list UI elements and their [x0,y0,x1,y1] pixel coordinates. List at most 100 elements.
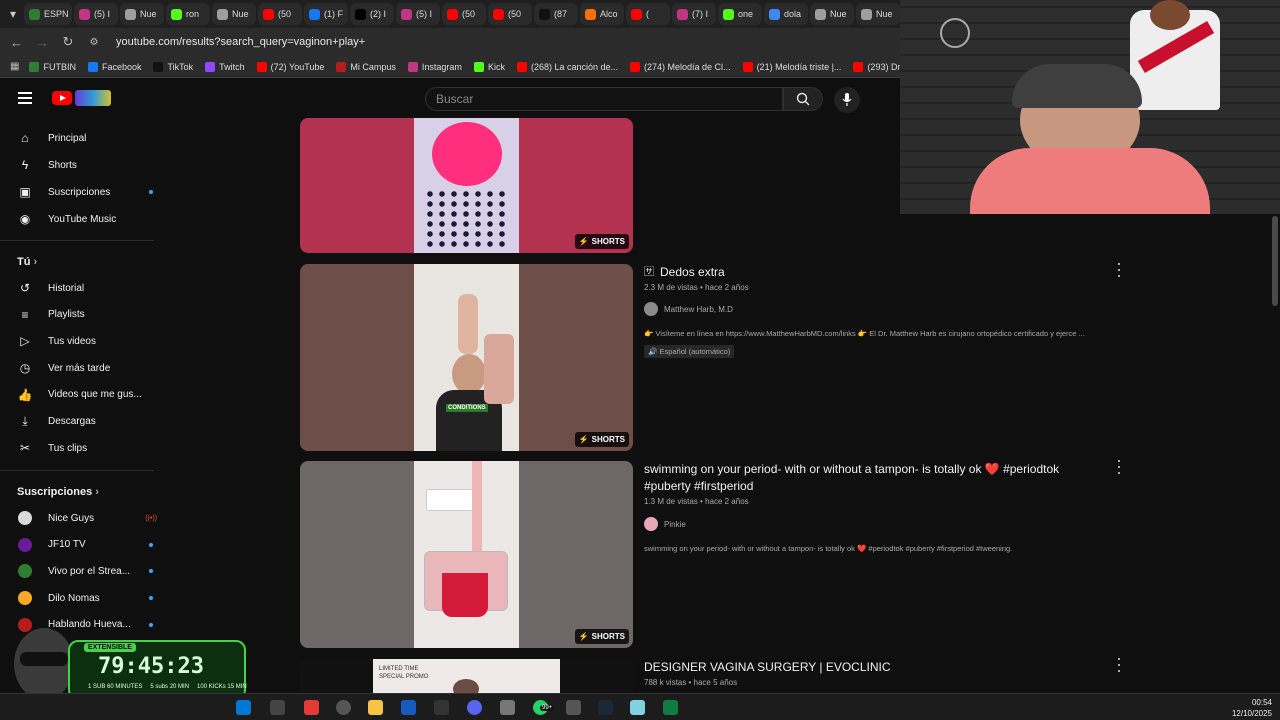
sidebar-item[interactable]: Vivo por el Strea... [18,561,153,581]
video-title[interactable]: 🈂 Dedos extra [644,264,1104,281]
browser-tab[interactable]: Nue [810,3,854,25]
new-content-dot [149,569,153,574]
browser-tab[interactable]: Nue [212,3,256,25]
bookmark-item[interactable]: (21) Melodía triste |... [742,61,841,72]
browser-tab[interactable]: ( [626,3,670,25]
sidebar-item[interactable]: Dilo Nomas [18,588,153,608]
more-actions-icon[interactable] [1116,658,1122,672]
bookmark-item[interactable]: Mi Campus [336,61,396,72]
browser-tab[interactable]: Alco [580,3,624,25]
sidebar-item[interactable]: ✂ Tus clips [18,438,153,458]
tab-search-icon[interactable]: ▾ [4,4,22,24]
system-clock: 00:54 12/10/2025 [1231,698,1272,718]
browser-tab[interactable]: (5) I [396,3,440,25]
result-thumbnail[interactable]: ⚡ SHORTS [300,118,633,253]
bookmark-item[interactable]: (268) La canción de... [516,61,618,72]
browser-tab[interactable]: (5) I [74,3,118,25]
bookmark-item[interactable]: TikTok [153,61,193,72]
browser-tab[interactable]: dola [764,3,808,25]
youtube-logo[interactable] [52,91,72,105]
sidebar-you-heading[interactable]: Tú › [17,256,37,268]
bookmark-item[interactable]: Facebook [87,61,141,72]
video-description: 👉 Visíteme en línea en https://www.Matth… [644,329,1085,338]
channel-link[interactable]: Matthew Harb, M.D [644,302,733,316]
search-input[interactable]: Buscar [425,87,783,111]
search-button[interactable] [783,87,823,111]
result-thumbnail[interactable]: LIMITED TIME SPECIAL PROMO [300,659,633,693]
url-field[interactable]: youtube.com/results?search_query=vaginon… [116,36,365,48]
video-title[interactable]: DESIGNER VAGINA SURGERY | EVOCLINIC [644,659,1104,676]
bookmark-item[interactable]: FUTBIN [29,61,76,72]
sidebar-item[interactable]: ◷ Ver más tarde [18,358,153,378]
browser-tab[interactable]: (87 [534,3,578,25]
channel-avatar [644,517,658,531]
app-icon[interactable] [500,700,515,715]
sidebar-item[interactable]: ≡ Playlists [18,305,153,325]
bookmark-item[interactable]: (293) Dragon Ball E... [853,61,900,72]
timer-value: 79:45:23 [98,654,204,679]
browser-tab[interactable]: ron [166,3,210,25]
browser-tab[interactable]: (50 [442,3,486,25]
sidebar-item[interactable]: ϟ Shorts [18,155,153,175]
bookmark-item[interactable]: Twitch [205,61,245,72]
word-icon[interactable] [401,700,416,715]
chrome-icon[interactable] [336,700,351,715]
app-icon[interactable] [434,700,449,715]
sidebar-item[interactable]: Nice Guys ((•)) [18,508,157,528]
sidebar-item[interactable]: ⌂ Principal [18,128,153,148]
voice-search-button[interactable] [834,87,860,113]
browser-tab[interactable]: Nue [856,3,900,25]
video-title[interactable]: swimming on your period- with or without… [644,461,1104,495]
browser-tab[interactable]: (50 [258,3,302,25]
browser-tab[interactable]: ESPN [24,3,72,25]
apps-grid-icon[interactable]: ▦ [10,61,19,72]
page-scrollbar[interactable] [1272,216,1278,306]
browser-tab[interactable]: (7) I [672,3,716,25]
bookmark-item[interactable]: Kick [473,61,505,72]
whatsapp-icon[interactable]: 99+ [533,700,555,715]
tab-label: (5) I [416,9,433,19]
browser-tab[interactable]: one [718,3,762,25]
sidebar-item[interactable]: 👍 Videos que me gus... [18,385,153,405]
sidebar-item[interactable]: JF10 TV [18,535,153,555]
sidebar-subscriptions-heading[interactable]: Suscripciones › [17,486,99,498]
file-explorer-icon[interactable] [368,700,383,715]
steam-icon[interactable] [598,700,613,715]
more-actions-icon[interactable] [1116,263,1122,277]
channel-link[interactable]: Pinkie [644,517,686,531]
sidebar-item[interactable]: ◉ YouTube Music [18,209,153,229]
sidebar-item[interactable]: ▷ Tus videos [18,331,153,351]
tab-favicon-icon [677,8,688,20]
browser-tab[interactable]: (1) F [304,3,348,25]
sidebar-item[interactable]: ⤓ Descargas [18,412,153,432]
video-description: swimming on your period- with or without… [644,544,1013,553]
result-thumbnail[interactable]: CONDITIONS ⚡ SHORTS [300,264,633,451]
outlook-icon[interactable] [236,700,251,715]
youtube-music-icon: ◉ [19,212,31,226]
browser-tab[interactable]: (50 [488,3,532,25]
bookmark-label: Twitch [219,61,245,72]
sidebar-item[interactable]: ▣ Suscripciones [18,182,153,202]
result-thumbnail[interactable]: ⚡ SHORTS [300,461,633,648]
video-meta: 2.3 M de vistas • hace 2 años [644,283,749,292]
forward-icon[interactable]: → [36,35,49,50]
reload-icon[interactable]: ↻ [62,34,74,50]
site-info-icon[interactable]: ⚙ [88,37,100,48]
bookmark-item[interactable]: Instagram [407,61,462,72]
discord-icon[interactable] [467,700,482,715]
app-icon[interactable] [304,700,319,715]
bookmark-item[interactable]: (274) Melodía de Cl... [630,61,731,72]
more-actions-icon[interactable] [1116,460,1122,474]
app-icon[interactable] [270,700,285,715]
back-icon[interactable]: ← [10,35,23,50]
bookmark-item[interactable]: (72) YouTube [256,61,324,72]
app-icon[interactable] [630,700,645,715]
excel-icon[interactable] [663,700,678,715]
logo-doodle[interactable] [75,90,111,106]
menu-icon[interactable] [18,92,32,104]
calculator-icon[interactable] [566,700,581,715]
sidebar-item[interactable]: ↺ Historial [18,278,153,298]
browser-tab[interactable]: (2) I [350,3,394,25]
browser-tab[interactable]: Nue [120,3,164,25]
tab-favicon-icon [401,8,412,20]
